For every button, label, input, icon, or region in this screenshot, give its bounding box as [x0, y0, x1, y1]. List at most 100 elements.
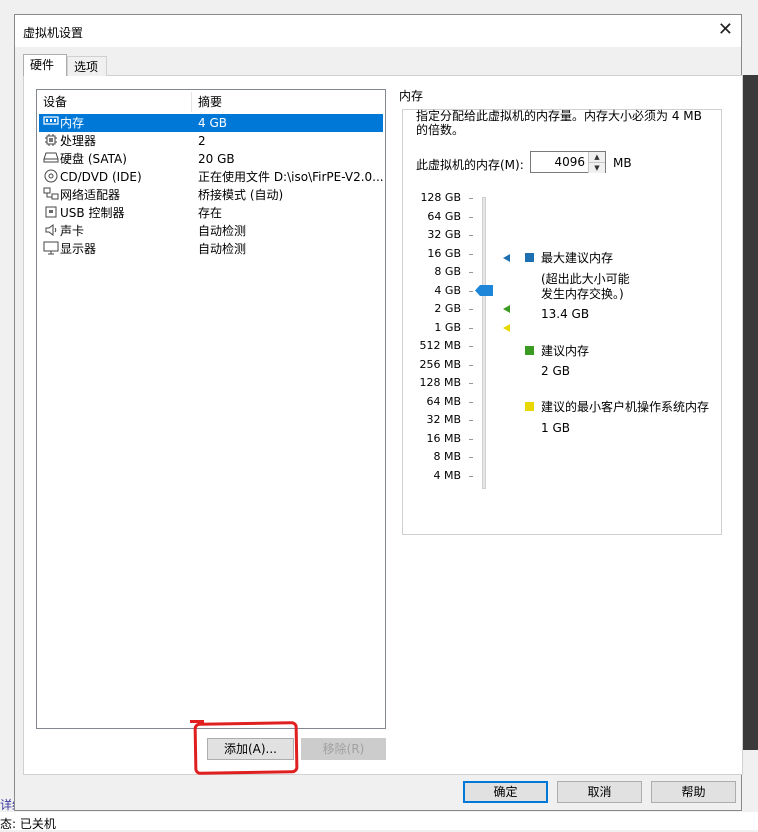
device-row-memory[interactable]: 内存 4 GB: [39, 114, 383, 132]
scale-tick: [469, 253, 473, 255]
scale-tick: [469, 383, 473, 384]
scale-label: 4 GB: [434, 283, 461, 297]
close-icon[interactable]: ✕: [718, 19, 733, 40]
help-button[interactable]: 帮助: [651, 781, 736, 803]
device-name: 显示器: [60, 242, 97, 256]
device-row-network[interactable]: 网络适配器 桥接模式 (自动): [39, 186, 383, 204]
scale-label: 8 GB: [434, 265, 461, 278]
scale-label: 128 GB: [420, 191, 461, 204]
scale-tick: [469, 438, 473, 440]
scale-tick: [469, 235, 473, 236]
max-legend-swatch: [525, 253, 534, 262]
scale-label: 32 MB: [426, 413, 461, 426]
rec-legend-swatch: [525, 346, 534, 355]
device-name: 网络适配器: [60, 188, 121, 202]
stepper-down-icon[interactable]: ▼: [588, 162, 605, 173]
background-app-strip: [0, 812, 758, 830]
min-recommended-marker: [503, 323, 510, 332]
scale-label: 512 MB: [419, 339, 461, 352]
vm-settings-dialog: 虚拟机设置 ✕ 硬件 选项 设备 摘要 内存 4 GB 处理器 2 硬盘 (SA…: [14, 14, 743, 811]
device-summary: 桥接模式 (自动): [198, 188, 284, 202]
rec-legend-title: 建议内存: [541, 344, 590, 358]
memory-field-label: 此虚拟机的内存(M):: [416, 158, 524, 172]
harddisk-icon: [43, 151, 59, 167]
device-summary: 4 GB: [198, 116, 227, 130]
scale-label: 1 GB: [434, 320, 461, 334]
scale-tick: [469, 290, 473, 292]
rec-legend-value: 2 GB: [541, 364, 570, 378]
scale-tick: [469, 216, 473, 218]
annotation-tick: [190, 720, 204, 723]
title-bar: 虚拟机设置 ✕: [15, 15, 741, 47]
device-summary: 自动检测: [198, 242, 247, 256]
device-row-usb[interactable]: USB 控制器 存在: [39, 204, 383, 222]
tab-options[interactable]: 选项: [67, 56, 107, 76]
device-list: 设备 摘要 内存 4 GB 处理器 2 硬盘 (SATA) 20 GB CD/D…: [36, 89, 386, 729]
device-row-sound[interactable]: 声卡 自动检测: [39, 222, 383, 240]
min-legend-title: 建议的最小客户机操作系统内存: [541, 400, 710, 414]
usb-icon: [43, 205, 59, 221]
scale-label: 256 MB: [419, 357, 461, 371]
device-row-display[interactable]: 显示器 自动检测: [39, 240, 383, 258]
max-recommended-marker: [503, 254, 510, 263]
device-name: 处理器: [60, 134, 97, 148]
scale-label: 64 GB: [427, 209, 461, 223]
background-status-text: 态: 已关机: [0, 817, 56, 831]
max-legend-note-line1: (超出此大小可能: [541, 272, 630, 286]
scale-tick: [469, 327, 473, 329]
display-icon: [43, 241, 59, 257]
scale-label: 32 GB: [427, 228, 461, 241]
memory-icon: [43, 115, 59, 131]
window-title: 虚拟机设置: [23, 26, 84, 40]
remove-button[interactable]: 移除(R): [301, 738, 386, 760]
background-app-panel: [743, 75, 758, 750]
cancel-button[interactable]: 取消: [557, 781, 642, 803]
scale-tick: [469, 198, 473, 199]
scale-label: 128 MB: [419, 376, 461, 389]
scale-tick: [469, 401, 473, 403]
memory-stepper[interactable]: 4096 ▲ ▼: [530, 151, 606, 173]
device-name: 硬盘 (SATA): [60, 152, 127, 166]
annotation-highlight: [193, 721, 299, 775]
max-legend-title: 最大建议内存: [541, 251, 614, 265]
memory-group-title: 内存: [396, 87, 427, 104]
memory-description-line1: 指定分配给此虚拟机的内存量。内存大小必须为 4 MB: [416, 109, 702, 123]
scale-tick: [469, 457, 473, 458]
device-name: USB 控制器: [60, 206, 125, 220]
scale-tick: [469, 364, 473, 366]
column-header-device[interactable]: 设备: [43, 93, 67, 111]
scale-tick: [469, 346, 473, 347]
scale-tick: [469, 420, 473, 421]
scale-label: 2 GB: [434, 302, 461, 315]
device-row-harddisk[interactable]: 硬盘 (SATA) 20 GB: [39, 150, 383, 168]
column-header-summary[interactable]: 摘要: [198, 93, 222, 111]
memory-description-line2: 的倍数。: [416, 123, 465, 137]
cd-dvd-icon: [43, 169, 59, 185]
device-summary: 20 GB: [198, 152, 235, 166]
max-legend-note-line2: 发生内存交换。): [541, 287, 624, 301]
min-legend-swatch: [525, 402, 534, 411]
ok-button[interactable]: 确定: [463, 781, 548, 803]
memory-slider-thumb[interactable]: [475, 285, 493, 296]
processor-icon: [43, 133, 59, 149]
stepper-up-icon[interactable]: ▲: [588, 152, 605, 162]
device-row-cd-dvd[interactable]: CD/DVD (IDE) 正在使用文件 D:\iso\FirPE-V2.0...: [39, 168, 383, 186]
scale-label: 16 MB: [426, 431, 461, 445]
device-summary: 2: [198, 134, 206, 148]
device-summary: 自动检测: [198, 224, 247, 238]
device-row-processor[interactable]: 处理器 2: [39, 132, 383, 150]
scale-label: 16 GB: [427, 246, 461, 260]
max-legend-value: 13.4 GB: [541, 307, 590, 321]
min-legend-value: 1 GB: [541, 421, 570, 435]
memory-input[interactable]: 4096: [554, 155, 585, 169]
scale-tick: [469, 475, 473, 477]
memory-slider-track[interactable]: [482, 197, 486, 489]
scale-tick: [469, 272, 473, 273]
sound-icon: [43, 223, 59, 239]
column-separator[interactable]: [191, 92, 192, 112]
device-name: 内存: [60, 116, 85, 130]
tab-hardware[interactable]: 硬件: [23, 54, 67, 76]
device-summary: 正在使用文件 D:\iso\FirPE-V2.0...: [198, 170, 383, 184]
recommended-marker: [503, 305, 510, 313]
scale-label: 8 MB: [433, 450, 461, 463]
